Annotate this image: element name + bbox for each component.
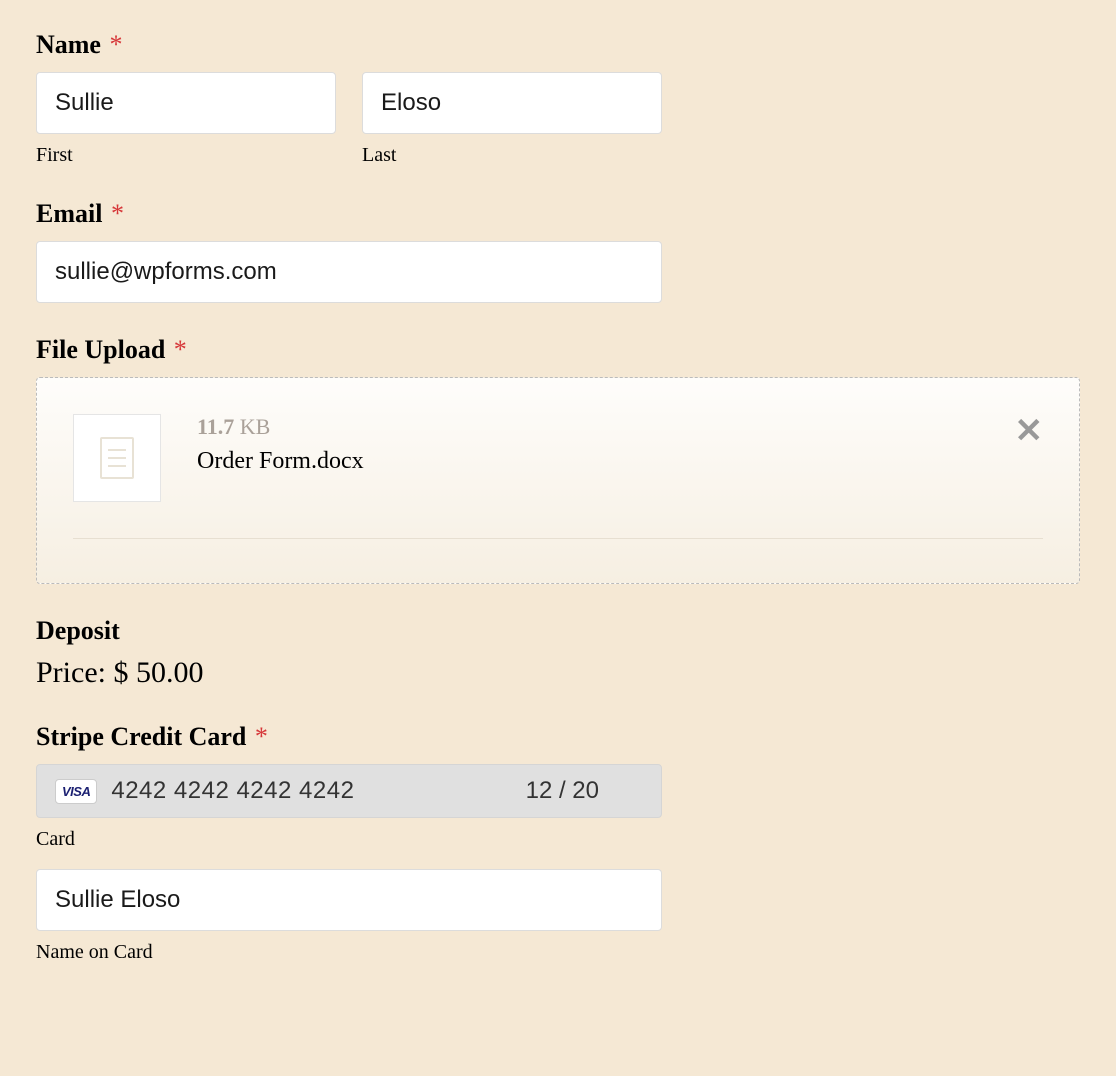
last-name-sublabel: Last (362, 144, 662, 167)
name-label-text: Name (36, 30, 101, 59)
file-size-unit: KB (234, 414, 270, 439)
last-name-column: Last (362, 72, 662, 167)
file-thumbnail (73, 414, 161, 502)
first-name-column: First (36, 72, 336, 167)
card-number-value: 4242 4242 4242 4242 (111, 777, 511, 805)
file-meta: 11.7 KB Order Form.docx (197, 414, 979, 475)
required-asterisk: * (111, 199, 124, 228)
file-size-value: 11.7 (197, 414, 234, 439)
email-label-text: Email (36, 199, 102, 228)
name-label: Name * (36, 30, 1080, 60)
email-input[interactable] (36, 241, 662, 303)
visa-icon: VISA (55, 779, 97, 804)
file-upload-label-text: File Upload (36, 335, 165, 364)
file-size-row: 11.7 KB (197, 414, 979, 440)
deposit-label: Deposit (36, 616, 1080, 646)
deposit-field: Deposit Price: $ 50.00 (36, 616, 1080, 690)
remove-file-button[interactable]: ✕ (1015, 414, 1044, 448)
required-asterisk: * (174, 335, 187, 364)
name-field: Name * First Last (36, 30, 1080, 167)
stripe-label: Stripe Credit Card * (36, 722, 1080, 752)
file-name: Order Form.docx (197, 448, 979, 475)
document-icon (100, 437, 134, 479)
name-on-card-input[interactable] (36, 869, 662, 931)
file-upload-label: File Upload * (36, 335, 1080, 365)
card-input[interactable]: VISA 4242 4242 4242 4242 12 / 20 (36, 764, 662, 818)
file-upload-field: File Upload * 11.7 KB Order Form.docx ✕ (36, 335, 1080, 584)
email-field: Email * (36, 199, 1080, 303)
upload-dropzone[interactable]: 11.7 KB Order Form.docx ✕ (36, 377, 1080, 584)
last-name-input[interactable] (362, 72, 662, 134)
email-label: Email * (36, 199, 1080, 229)
deposit-price: Price: $ 50.00 (36, 656, 1080, 690)
card-sublabel: Card (36, 828, 1080, 851)
name-on-card-sublabel: Name on Card (36, 941, 1080, 964)
name-row: First Last (36, 72, 1080, 167)
first-name-input[interactable] (36, 72, 336, 134)
close-icon: ✕ (1015, 412, 1044, 450)
price-prefix: Price: (36, 656, 113, 689)
required-asterisk: * (109, 30, 122, 59)
price-value: $ 50.00 (113, 656, 203, 689)
stripe-card-field: Stripe Credit Card * VISA 4242 4242 4242… (36, 722, 1080, 964)
card-expiry-value: 12 / 20 (526, 777, 599, 805)
first-name-sublabel: First (36, 144, 336, 167)
stripe-label-text: Stripe Credit Card (36, 722, 246, 751)
uploaded-file-row: 11.7 KB Order Form.docx ✕ (73, 414, 1043, 539)
required-asterisk: * (255, 722, 268, 751)
